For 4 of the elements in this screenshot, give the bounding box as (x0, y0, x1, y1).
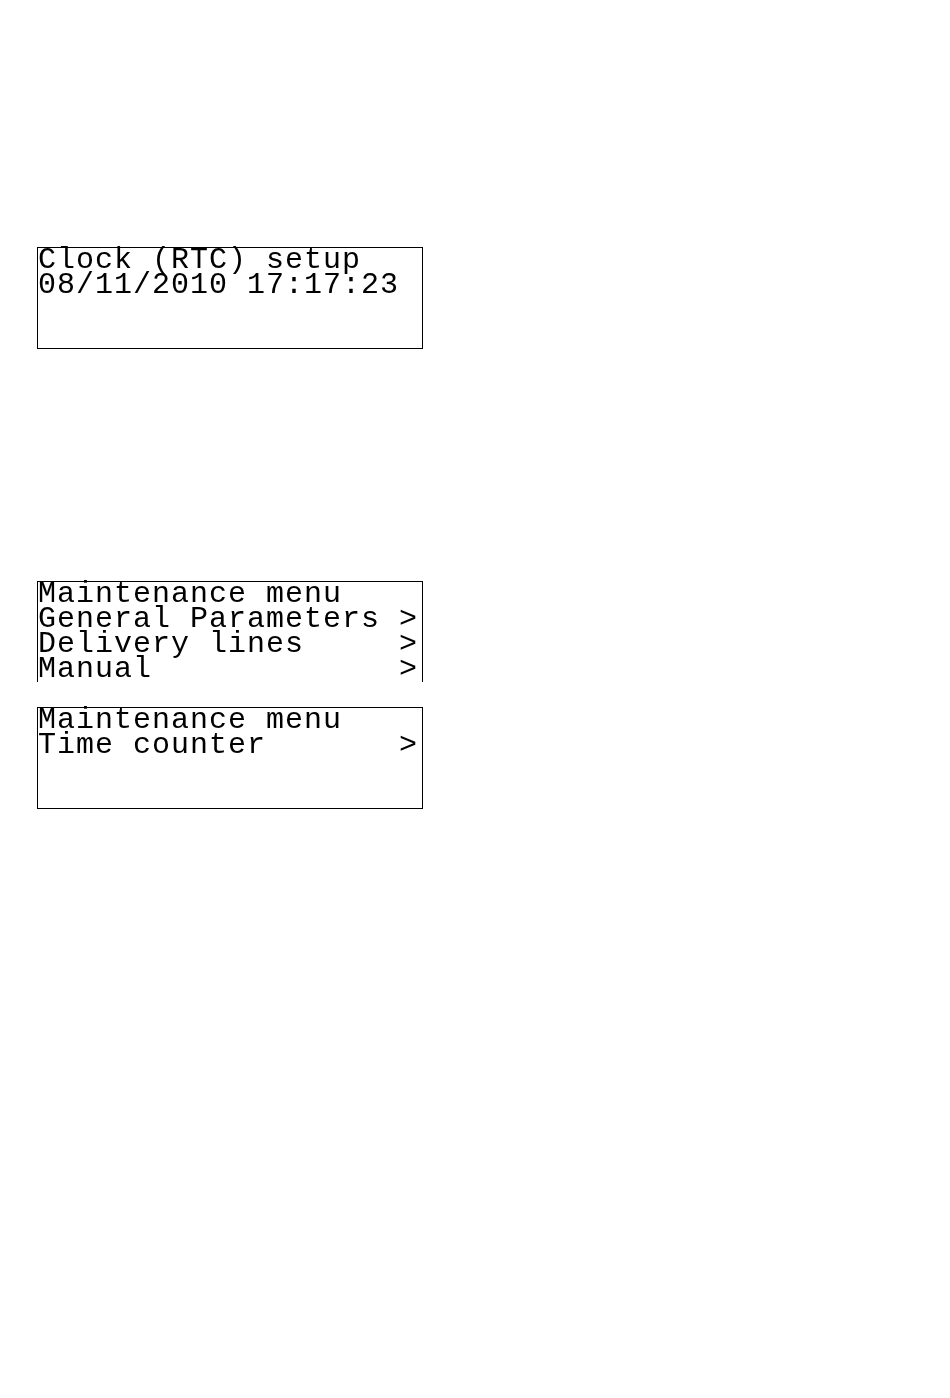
menu-item[interactable]: Delivery lines > (38, 632, 422, 657)
menu-item[interactable]: Manual > (38, 657, 422, 682)
datetime-text: 08/11/2010 17:17:23 (38, 273, 400, 298)
menu-item[interactable]: Time counter > (38, 733, 422, 758)
